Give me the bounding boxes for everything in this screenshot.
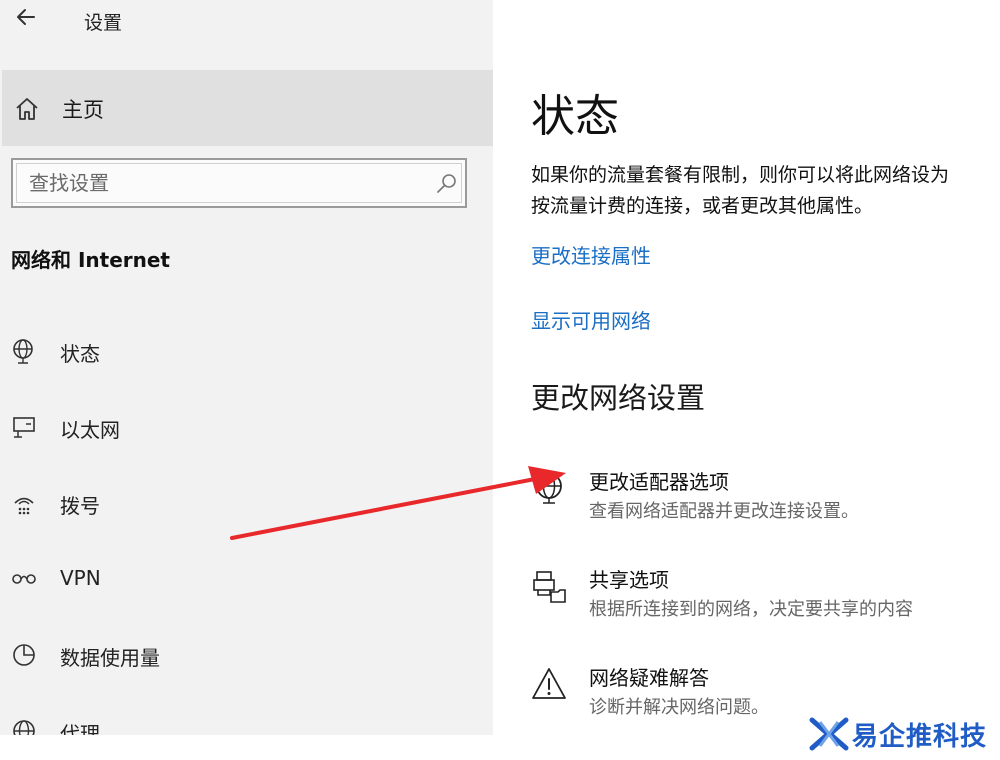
option-title: 共享选项: [589, 568, 669, 592]
sidebar-item-proxy[interactable]: 代理: [2, 705, 493, 735]
option-title: 更改适配器选项: [589, 470, 729, 494]
sidebar-item-status[interactable]: 状态: [2, 325, 493, 375]
page-title: 状态: [531, 91, 619, 142]
show-available-networks-link[interactable]: 显示可用网络: [531, 305, 651, 334]
sidebar-item-dialup[interactable]: 拨号: [2, 477, 493, 527]
option-description: 诊断并解决网络问题。: [589, 697, 769, 718]
watermark-logo-icon: [809, 717, 849, 751]
page-description: 如果你的流量套餐有限制，则你可以将此网络设为按流量计费的连接，或者更改其他属性。: [531, 164, 950, 217]
sidebar-item-home[interactable]: 主页: [2, 70, 493, 146]
app-title: 设置: [84, 12, 123, 34]
adapter-globe-icon: [536, 473, 562, 504]
search-box[interactable]: [11, 158, 467, 208]
change-connection-properties-link[interactable]: 更改连接属性: [531, 240, 651, 269]
proxy-globe-icon: [13, 720, 35, 735]
sharing-options[interactable]: 共享选项 根据所连接到的网络，决定要共享的内容: [523, 564, 993, 634]
sidebar-item-label: 数据使用量: [60, 646, 160, 670]
option-description: 查看网络适配器并更改连接设置。: [589, 501, 859, 522]
home-icon: [16, 98, 38, 120]
sidebar-item-ethernet[interactable]: 以太网: [2, 401, 493, 451]
globe-network-icon: [13, 339, 33, 364]
option-title: 网络疑难解答: [589, 666, 709, 690]
home-label: 主页: [62, 98, 104, 122]
sidebar: 设置 主页 网络和 Internet 状态 以太网: [0, 0, 493, 735]
sidebar-item-label: 代理: [60, 722, 100, 735]
watermark-text: 易企推科技: [852, 722, 988, 752]
sharing-icon: [533, 571, 566, 603]
main-content: 状态 如果你的流量套餐有限制，则你可以将此网络设为按流量计费的连接，或者更改其他…: [493, 0, 1000, 760]
dialup-icon: [14, 497, 34, 515]
watermark: 易企推科技: [808, 712, 998, 756]
title-bar: 设置: [0, 0, 493, 40]
sidebar-section-title: 网络和 Internet: [11, 248, 170, 272]
data-usage-icon: [13, 644, 35, 666]
sidebar-item-label: 以太网: [60, 418, 120, 442]
sidebar-item-data-usage[interactable]: 数据使用量: [2, 629, 493, 679]
warning-icon: [532, 668, 566, 699]
change-adapter-options[interactable]: 更改适配器选项 查看网络适配器并更改连接设置。: [523, 466, 993, 536]
vpn-icon: [12, 574, 36, 584]
sidebar-item-label: 拨号: [60, 494, 100, 518]
search-icon[interactable]: [435, 172, 459, 196]
back-button[interactable]: [12, 2, 42, 32]
sidebar-item-label: VPN: [60, 566, 101, 590]
sidebar-item-vpn[interactable]: VPN: [2, 553, 493, 603]
search-input[interactable]: [29, 168, 409, 198]
option-description: 根据所连接到的网络，决定要共享的内容: [589, 599, 913, 620]
ethernet-icon: [13, 417, 35, 438]
change-network-settings-heading: 更改网络设置: [531, 381, 706, 415]
back-arrow-icon: [17, 9, 35, 25]
sidebar-item-label: 状态: [60, 342, 100, 366]
